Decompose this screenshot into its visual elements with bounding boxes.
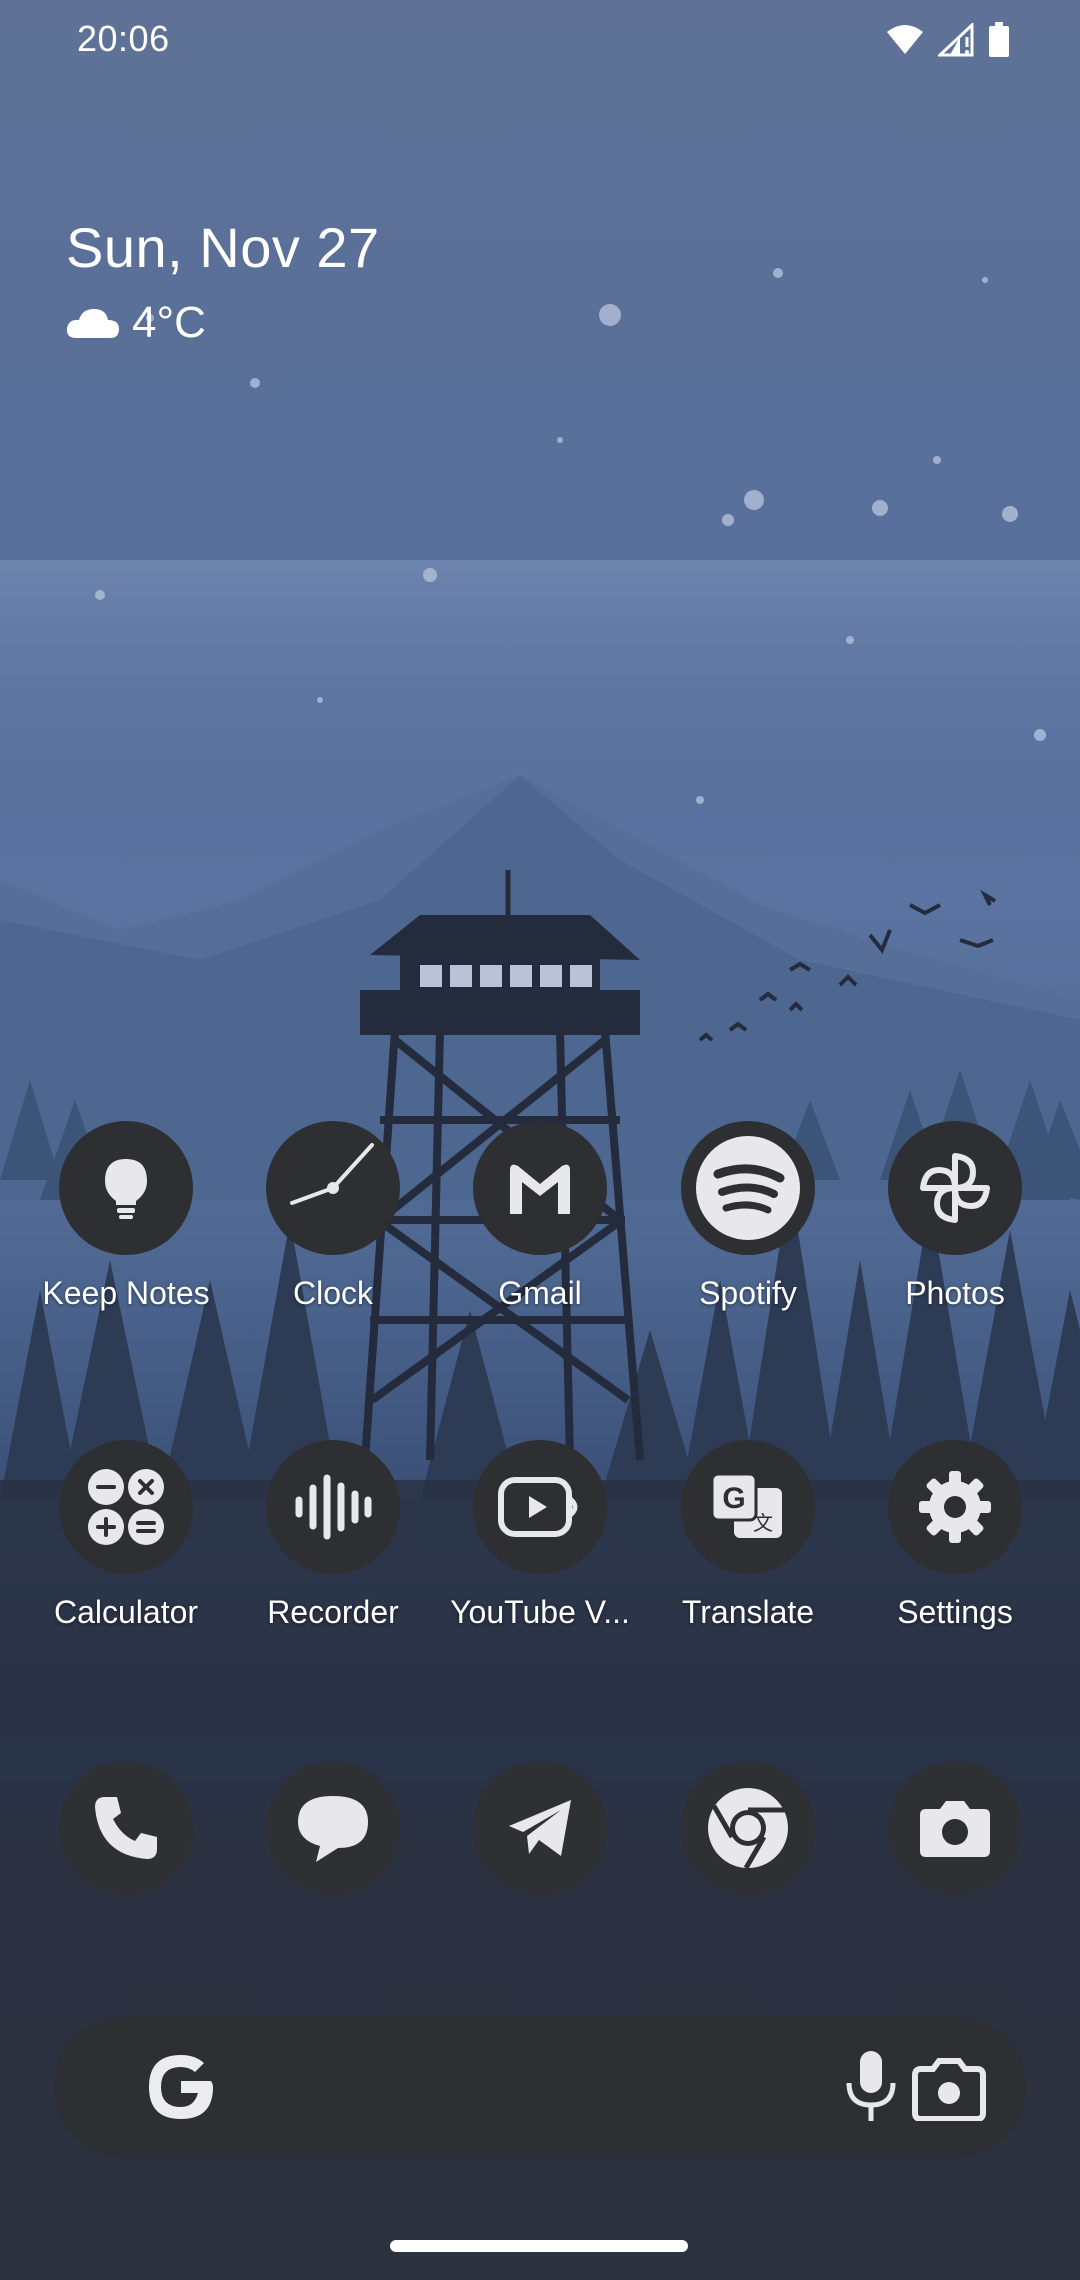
cloud-icon <box>66 309 119 338</box>
app-icon-background[interactable] <box>266 1440 400 1574</box>
app-label[interactable]: Spotify <box>644 1275 852 1312</box>
app-label[interactable]: Calculator <box>22 1594 230 1631</box>
pinwheel-icon <box>920 1153 990 1223</box>
dock-telegram[interactable] <box>436 1761 644 1895</box>
phone-icon <box>95 1797 157 1859</box>
spotify-icon <box>696 1136 800 1240</box>
app-calculator[interactable]: Calculator <box>22 1440 230 1631</box>
battery-icon <box>989 22 1009 57</box>
glance-temperature[interactable]: 4°C <box>132 298 206 348</box>
youtube-vanced-icon <box>498 1477 578 1537</box>
app-icon-background[interactable]: G 文 <box>681 1440 815 1574</box>
wifi-icon <box>887 25 923 54</box>
clock-icon <box>290 1143 374 1205</box>
app-label[interactable]: Gmail <box>436 1275 644 1312</box>
app-icon-background[interactable] <box>473 1761 607 1895</box>
dock-messages[interactable] <box>229 1761 437 1895</box>
dock-chrome[interactable] <box>644 1761 852 1895</box>
dock-camera[interactable] <box>851 1761 1059 1895</box>
google-g-icon[interactable] <box>141 2047 221 2127</box>
app-icon-background[interactable] <box>59 1121 193 1255</box>
messages-icon <box>298 1796 368 1862</box>
gmail-icon <box>510 1164 570 1214</box>
calculator-icon <box>88 1469 164 1545</box>
telegram-icon <box>509 1800 571 1856</box>
app-label[interactable]: Translate <box>644 1594 852 1631</box>
glance-weather[interactable]: 4°C <box>66 298 380 348</box>
app-icon-background[interactable] <box>888 1440 1022 1574</box>
app-gmail[interactable]: Gmail <box>436 1121 644 1312</box>
app-label[interactable]: Keep Notes <box>22 1275 230 1312</box>
app-translate[interactable]: G 文 Translate <box>644 1440 852 1631</box>
svg-text:G: G <box>722 1482 745 1515</box>
gear-icon <box>919 1471 991 1543</box>
google-search-bar[interactable] <box>53 2017 1027 2157</box>
app-label[interactable]: Photos <box>851 1275 1059 1312</box>
waveform-icon <box>295 1474 372 1540</box>
app-label[interactable]: Clock <box>229 1275 437 1312</box>
lightbulb-icon <box>105 1159 147 1219</box>
app-icon-background[interactable] <box>888 1121 1022 1255</box>
glance-date[interactable]: Sun, Nov 27 <box>66 215 380 280</box>
app-youtube-vanced[interactable]: YouTube V... <box>436 1440 644 1631</box>
dock-phone[interactable] <box>22 1761 230 1895</box>
app-icon-background[interactable] <box>473 1440 607 1574</box>
svg-text:文: 文 <box>753 1511 773 1535</box>
app-clock[interactable]: Clock <box>229 1121 437 1312</box>
gesture-navigation-handle[interactable] <box>390 2240 688 2252</box>
lens-icon[interactable] <box>911 2057 987 2121</box>
app-label[interactable]: Settings <box>851 1594 1059 1631</box>
camera-icon <box>920 1801 990 1857</box>
app-label[interactable]: Recorder <box>229 1594 437 1631</box>
app-recorder[interactable]: Recorder <box>229 1440 437 1631</box>
app-keep-notes[interactable]: Keep Notes <box>22 1121 230 1312</box>
app-icon-background[interactable] <box>59 1440 193 1574</box>
at-a-glance-widget[interactable]: Sun, Nov 27 4°C <box>66 215 380 348</box>
chrome-icon <box>708 1788 788 1870</box>
app-spotify[interactable]: Spotify <box>644 1121 852 1312</box>
app-icon-background[interactable] <box>888 1761 1022 1895</box>
status-time: 20:06 <box>77 18 170 59</box>
cellular-signal-icon <box>938 23 974 57</box>
microphone-icon[interactable] <box>843 2049 899 2125</box>
app-icon-background[interactable] <box>681 1121 815 1255</box>
translate-icon: G 文 <box>710 1472 782 1538</box>
app-icon-background[interactable] <box>59 1761 193 1895</box>
app-icon-background[interactable] <box>266 1761 400 1895</box>
app-icon-background[interactable] <box>681 1761 815 1895</box>
status-icons <box>886 22 1010 58</box>
app-icon-background[interactable] <box>266 1121 400 1255</box>
status-bar: 20:06 <box>0 0 1080 90</box>
app-label[interactable]: YouTube V... <box>436 1594 644 1631</box>
app-settings[interactable]: Settings <box>851 1440 1059 1631</box>
app-icon-background[interactable] <box>473 1121 607 1255</box>
app-photos[interactable]: Photos <box>851 1121 1059 1312</box>
